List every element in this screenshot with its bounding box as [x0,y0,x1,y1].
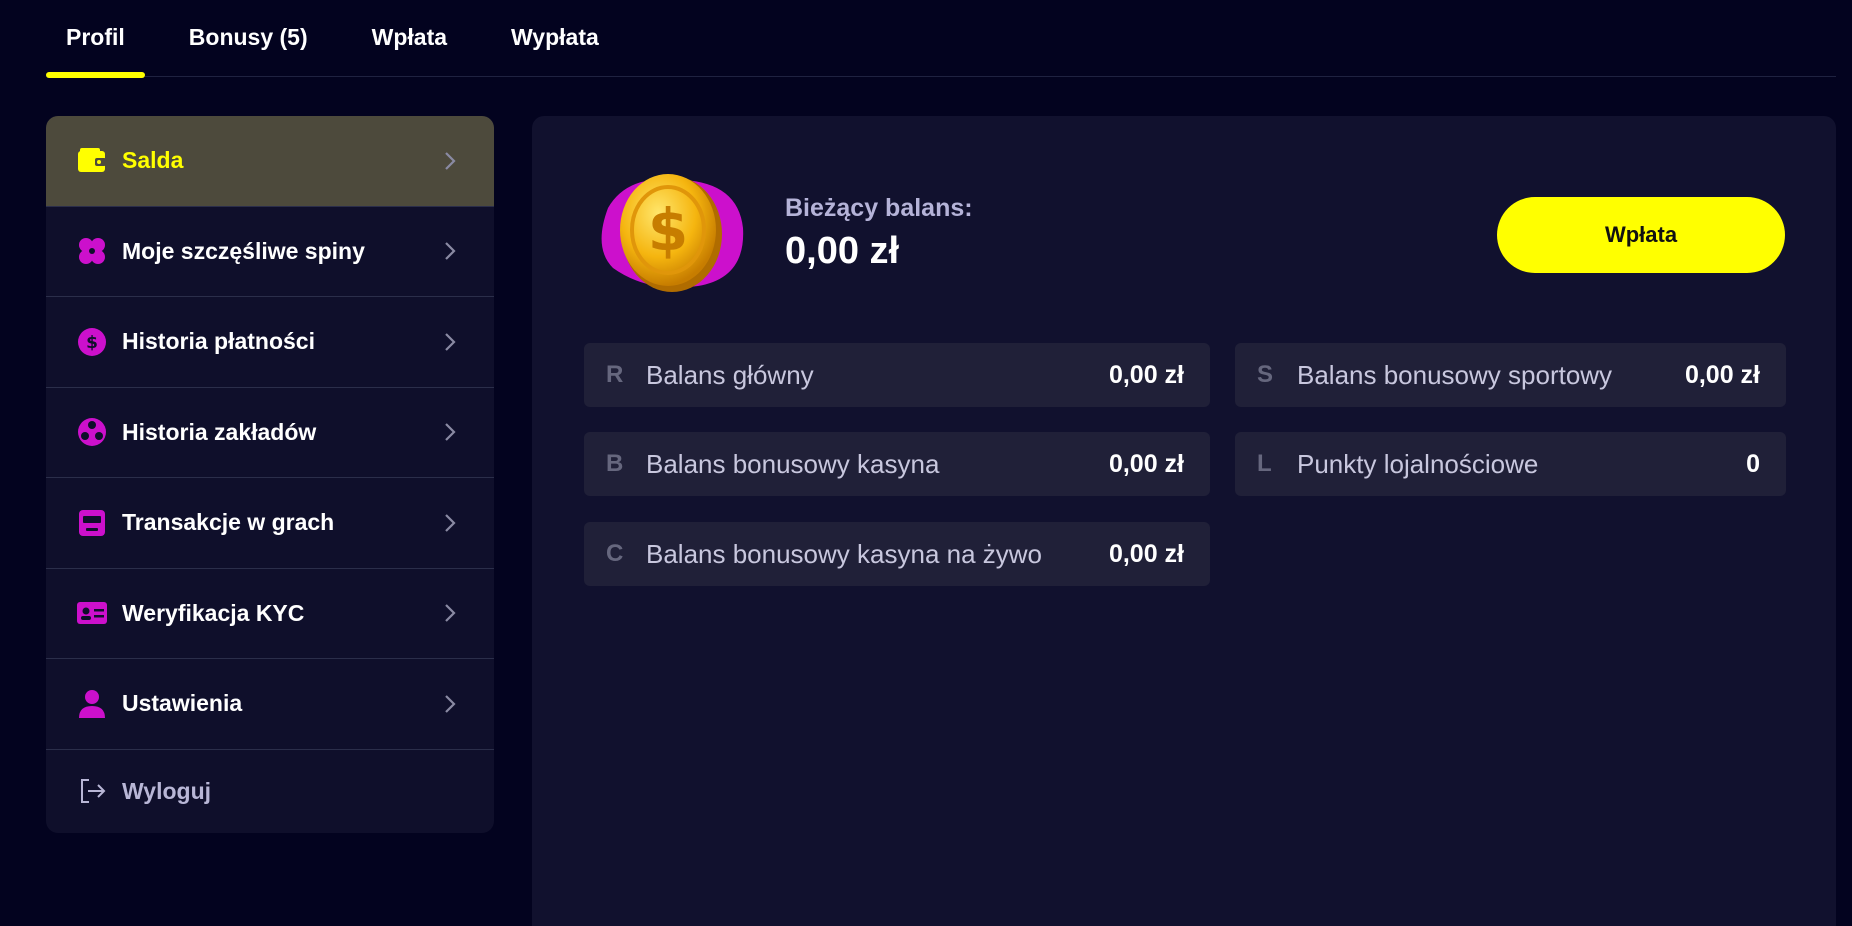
wallet-icon [76,145,108,177]
id-card-icon [76,597,108,629]
logout-icon [76,775,108,807]
tab-wplata[interactable]: Wpłata [352,0,467,77]
chevron-right-icon [445,151,456,170]
sidebar-item-label: Transakcje w grach [122,509,335,536]
balance-value: 0,00 zł [1108,360,1184,389]
balance-row-casino-bonus: B Balans bonusowy kasyna 0,00 zł [584,432,1210,496]
chevron-right-icon [445,423,456,442]
balance-row-loyalty-points: L Punkty lojalnościowe 0 [1235,432,1786,496]
chevron-right-icon [445,604,456,623]
slot-machine-icon [76,507,108,539]
chevron-right-icon [445,513,456,532]
balance-name: Balans główny [646,359,814,390]
sidebar-item-label: Ustawienia [122,690,243,717]
chevron-right-icon [445,242,456,261]
balance-panel: $ Bieżący balans: 0,00 zł Wpłata R Balan… [532,116,1836,926]
balance-letter: S [1257,361,1274,388]
ball-icon [76,416,108,448]
sidebar-item-label: Historia zakładów [122,418,317,445]
sidebar-item-kyc[interactable]: Weryfikacja KYC [46,569,494,659]
balance-letter: C [606,540,624,567]
sidebar-item-settings[interactable]: Ustawienia [46,659,494,750]
sidebar-item-payment-history[interactable]: $ Historia płatności [46,297,494,388]
deposit-button[interactable]: Wpłata [1497,197,1785,273]
sidebar-item-label: Weryfikacja KYC [122,599,305,626]
tab-profil[interactable]: Profil [46,0,145,78]
balance-name: Balans bonusowy kasyna [646,448,940,479]
balance-value: 0,00 zł [1108,539,1184,568]
chevron-right-icon [445,694,456,713]
sidebar-item-label: Historia płatności [122,328,315,355]
balance-row-sport-bonus: S Balans bonusowy sportowy 0,00 zł [1235,343,1786,407]
balance-letter: R [606,361,624,388]
sidebar-item-logout[interactable]: Wyloguj [46,750,494,833]
balance-name: Balans bonusowy sportowy [1297,359,1613,390]
current-balance-value: 0,00 zł [785,230,900,272]
sidebar-item-label: Wyloguj [122,777,212,804]
tab-bonusy[interactable]: Bonusy (5) [169,0,328,77]
sidebar-item-label: Salda [122,147,184,174]
balance-value: 0,00 zł [1108,449,1184,478]
sidebar: Salda Moje szczęśliwe spiny $ Historia p… [46,116,494,833]
tab-wyplata[interactable]: Wypłata [491,0,619,77]
balance-letter: L [1257,450,1272,477]
dollar-icon: $ [76,326,108,358]
sidebar-item-lucky-spins[interactable]: Moje szczęśliwe spiny [46,207,494,297]
sidebar-item-game-transactions[interactable]: Transakcje w grach [46,478,494,569]
chevron-right-icon [445,332,456,351]
profile-tabs: Profil Bonusy (5) Wpłata Wypłata [46,0,1836,78]
sidebar-item-label: Moje szczęśliwe spiny [122,237,365,264]
coin-icon: $ [588,168,748,298]
balance-row-live-casino-bonus: C Balans bonusowy kasyna na żywo 0,00 zł [584,522,1210,586]
balance-name: Balans bonusowy kasyna na żywo [646,538,1043,569]
balance-letter: B [606,450,624,477]
clover-icon [76,235,108,267]
user-icon [76,688,108,720]
current-balance-label: Bieżący balans: [785,194,973,222]
sidebar-item-salda[interactable]: Salda [46,116,494,207]
sidebar-item-bet-history[interactable]: Historia zakładów [46,388,494,478]
balance-name: Punkty lojalnościowe [1297,448,1539,479]
svg-text:$: $ [648,196,688,264]
balance-value: 0,00 zł [1684,360,1760,389]
balance-value: 0 [1746,449,1760,478]
balance-row-main: R Balans główny 0,00 zł [584,343,1210,407]
svg-text:$: $ [86,333,98,353]
